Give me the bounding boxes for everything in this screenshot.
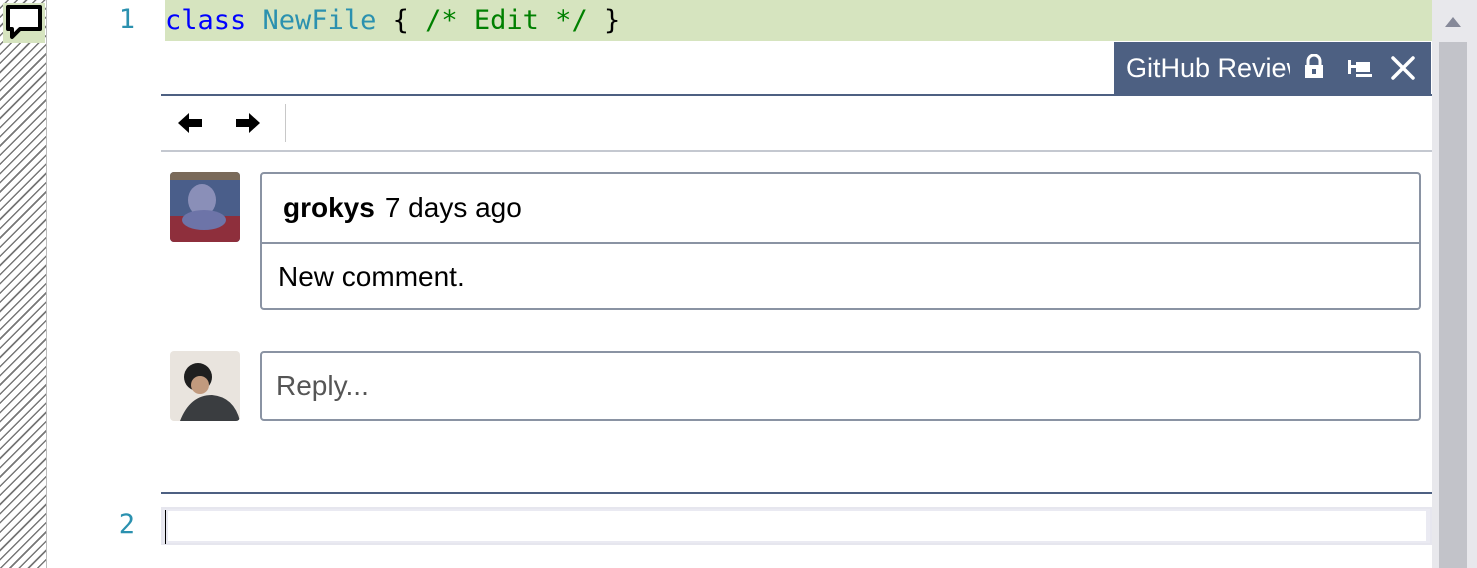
comment-glyph-icon[interactable] [3,3,45,43]
line-number-2: 2 [118,509,135,540]
scroll-up-button[interactable] [1439,10,1467,34]
previous-comment-button[interactable] [173,108,207,138]
scrollbar-thumb[interactable] [1439,42,1467,568]
comment-timestamp: 7 days ago [384,192,522,223]
keyword-token: class [165,5,247,36]
line-number-1: 1 [118,4,135,35]
comment-card: grokys 7 days ago New comment. [260,172,1421,310]
code-line-1[interactable]: class NewFile { /* Edit */ } [165,0,1432,41]
pin-icon[interactable] [1346,56,1374,84]
type-name-token: NewFile [262,5,377,36]
text-caret [165,510,166,544]
triangle-up-icon [1445,17,1461,27]
close-icon[interactable] [1390,55,1416,85]
comment-token: /* Edit */ [425,5,588,36]
next-comment-button[interactable] [231,108,265,138]
comment-author[interactable]: grokys [283,192,375,224]
glyph-margin [0,0,47,568]
arrow-left-icon [178,113,202,133]
author-avatar [170,172,240,242]
code-line-2-area[interactable] [168,511,1426,541]
close-brace-token: } [603,5,621,36]
current-user-avatar [170,351,240,421]
toolbar-separator [285,104,286,142]
peek-toolbar [161,96,1432,152]
peek-border-bottom [161,492,1432,494]
peek-tab[interactable]: GitHub Review [1114,42,1431,94]
peek-tab-title: GitHub Review [1126,52,1290,83]
comment-body: New comment. [278,261,465,292]
open-brace-token: { [392,5,409,36]
comment-header: grokys 7 days ago [262,174,1419,244]
arrow-right-icon [236,113,260,133]
lock-icon[interactable] [1302,53,1326,84]
reply-input[interactable] [260,351,1421,421]
